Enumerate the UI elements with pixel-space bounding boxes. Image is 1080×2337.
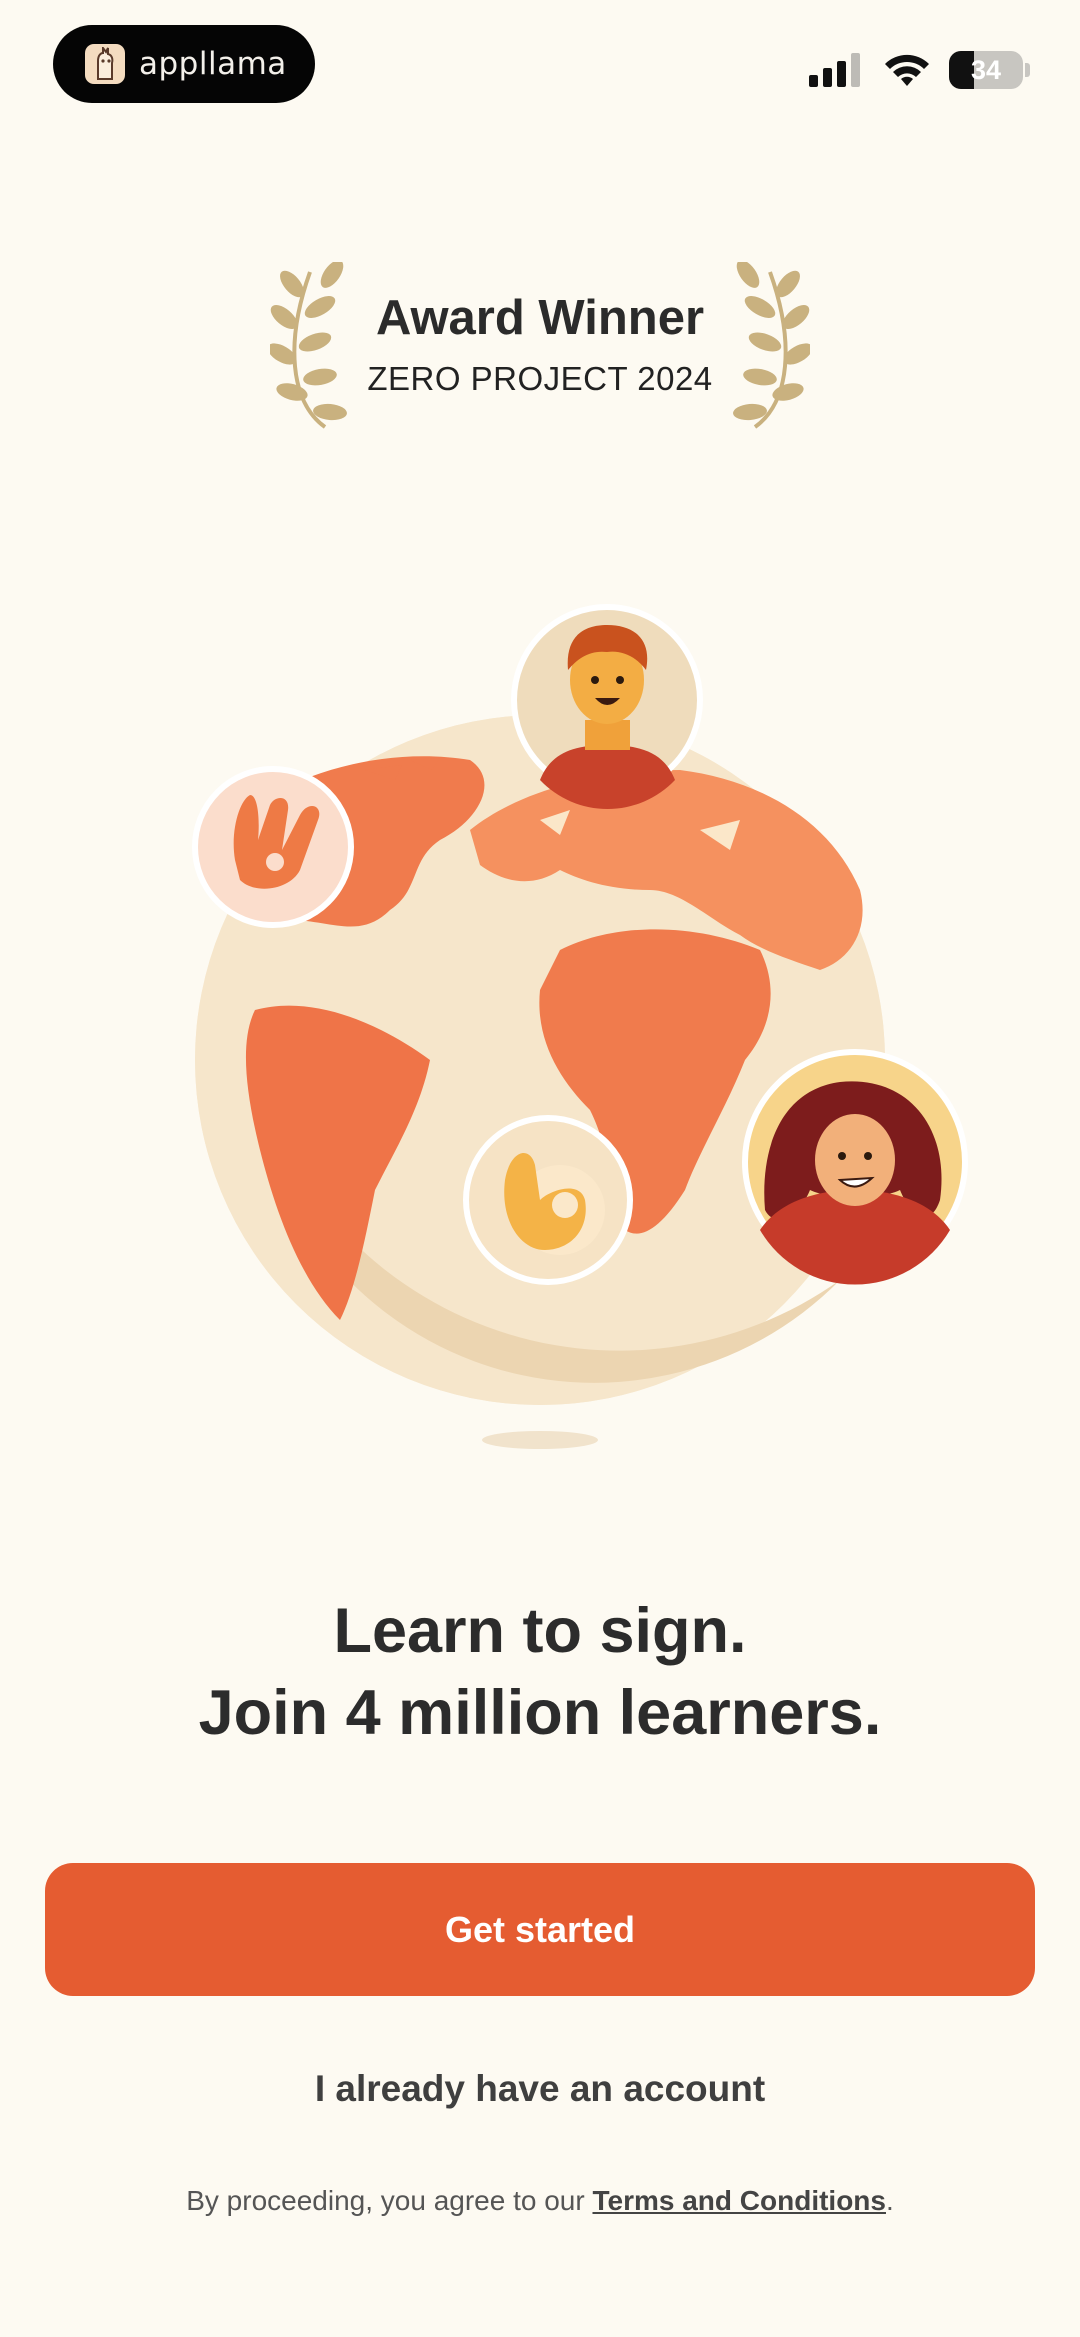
globe-illustration	[192, 604, 968, 1449]
legal-suffix: .	[885, 2185, 894, 2216]
hero-line-1: Learn to sign.	[333, 1596, 747, 1666]
battery-tip	[1025, 63, 1030, 77]
legal-prefix: By proceeding, you agree to our	[186, 2185, 585, 2216]
llama-icon	[85, 44, 125, 84]
signal-icon	[809, 53, 860, 87]
terms-link[interactable]: Terms and Conditions	[592, 2185, 886, 2216]
status-bar: 34	[809, 50, 1030, 90]
award-badge: Award Winner ZERO PROJECT 2024	[270, 262, 810, 442]
laurel-left-icon	[270, 262, 347, 429]
app-badge[interactable]: appllama	[53, 25, 315, 103]
have-account-link[interactable]: I already have an account	[0, 2068, 1080, 2110]
hero-headline: Learn to sign. Join 4 million learners.	[0, 1590, 1080, 1754]
hero-line-2: Join 4 million learners.	[198, 1678, 882, 1748]
battery-level: 34	[970, 55, 1002, 85]
get-started-button[interactable]: Get started	[45, 1863, 1035, 1996]
laurel-right-icon	[733, 262, 810, 429]
legal-notice: By proceeding, you agree to our Terms an…	[0, 2185, 1080, 2217]
brand-name: appllama	[139, 46, 287, 82]
battery-icon: 34	[949, 51, 1023, 89]
wifi-icon	[885, 54, 929, 86]
